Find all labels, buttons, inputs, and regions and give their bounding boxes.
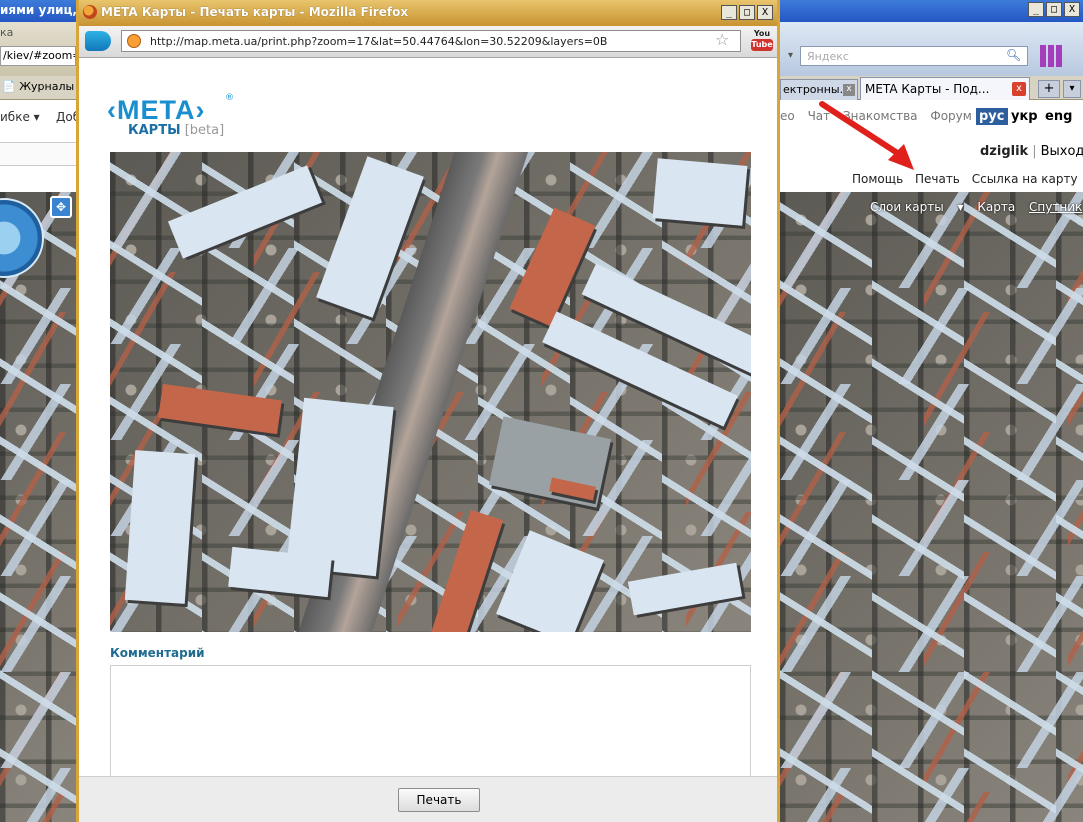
- search-icon[interactable]: 🔍︎: [1006, 48, 1024, 64]
- map-mode-satellite[interactable]: Спутник ▾: [1029, 200, 1083, 214]
- map-satellite-label: Спутник: [1029, 200, 1083, 214]
- nav-fragment-ibke[interactable]: ибке: [0, 110, 30, 124]
- tab-list-button[interactable]: ▾: [1063, 80, 1081, 98]
- logo-beta: [beta]: [184, 123, 225, 138]
- lang-ukr[interactable]: укр: [1011, 109, 1038, 124]
- lang-rus[interactable]: рус: [976, 108, 1008, 125]
- background-nav-fragment: ибке ▾ Доб: [0, 110, 81, 124]
- map-building: [509, 207, 596, 327]
- tab-inactive-label: ектронны...: [783, 83, 851, 96]
- background-page-divider: [0, 142, 76, 166]
- map-building: [430, 509, 504, 632]
- popup-maximize-button[interactable]: □: [739, 5, 755, 20]
- bg-minimize-button[interactable]: _: [1028, 2, 1044, 17]
- youtube-tube-label: Tube: [751, 39, 773, 51]
- map-building: [496, 530, 604, 632]
- apps-grid-icon[interactable]: [1040, 45, 1062, 67]
- new-tab-button[interactable]: +: [1038, 80, 1060, 98]
- youtube-icon[interactable]: You Tube: [751, 29, 773, 55]
- background-toolbar-fragment: ка: [0, 26, 14, 39]
- firefox-icon: [83, 5, 97, 19]
- popup-footer: Печать: [79, 776, 777, 822]
- tab-active-label: META Карты - Под...: [865, 82, 990, 96]
- youtube-you-label: You: [753, 29, 771, 38]
- bookmark-journals[interactable]: 📄 Журналы: [2, 80, 74, 93]
- background-map-right[interactable]: [780, 192, 1083, 822]
- map-layer-controls: Слои карты ▾ Карта Спутник ▾: [870, 200, 1083, 214]
- tab-inactive[interactable]: ектронны... x: [780, 79, 858, 100]
- popup-close-button[interactable]: X: [757, 5, 773, 20]
- logo-maps-word: КАРТЫ: [128, 123, 181, 138]
- page-icon: [127, 34, 141, 48]
- popup-minimize-button[interactable]: _: [721, 5, 737, 20]
- print-map-image: [110, 152, 751, 632]
- close-icon[interactable]: x: [843, 84, 855, 96]
- tab-active-meta-maps[interactable]: META Карты - Под... x: [860, 77, 1030, 100]
- red-arrow-annotation: [819, 101, 914, 170]
- site-identity-icon[interactable]: [85, 31, 111, 51]
- background-map-left[interactable]: [0, 192, 76, 822]
- map-layers-label: Слои карты: [870, 200, 944, 214]
- map-building: [167, 165, 323, 259]
- bookmark-journals-label: Журналы: [19, 80, 75, 93]
- map-building: [124, 450, 196, 604]
- lang-eng[interactable]: eng: [1045, 109, 1072, 124]
- map-link[interactable]: Ссылка на карту: [972, 172, 1078, 186]
- print-button[interactable]: Печать: [398, 788, 480, 812]
- popup-url-field[interactable]: http://map.meta.ua/print.php?zoom=17&lat…: [121, 30, 741, 52]
- map-mode-map[interactable]: Карта: [977, 200, 1015, 214]
- pan-icon[interactable]: ✥: [50, 196, 72, 218]
- map-building: [627, 562, 743, 616]
- comment-label: Комментарий: [110, 646, 205, 660]
- nav-video[interactable]: ео: [780, 109, 795, 123]
- map-building: [286, 397, 394, 577]
- popup-titlebar: META Карты - Печать карты - Mozilla Fire…: [79, 0, 777, 26]
- username[interactable]: dziglik: [980, 144, 1028, 159]
- bg-maximize-button[interactable]: □: [1046, 2, 1062, 17]
- map-building: [652, 158, 748, 226]
- registered-mark: ®: [225, 93, 234, 103]
- bg-close-button[interactable]: X: [1064, 2, 1080, 17]
- chevron-down-icon[interactable]: ▾: [788, 50, 793, 61]
- map-building: [158, 383, 282, 435]
- print-popup-window: META Карты - Печать карты - Mozilla Fire…: [76, 0, 780, 822]
- user-line: dziglik | Выход: [980, 144, 1083, 159]
- comment-textarea[interactable]: [110, 665, 751, 780]
- meta-logo[interactable]: ‹META› ® КАРТЫ [beta]: [107, 93, 237, 141]
- meta-logo-word: ‹META›: [107, 95, 206, 125]
- background-url-field[interactable]: /kiev/#zoom=17: [0, 46, 76, 66]
- meta-logo-subtitle: КАРТЫ [beta]: [128, 123, 224, 138]
- bookmark-star-icon[interactable]: ☆: [715, 30, 729, 49]
- close-icon[interactable]: x: [1012, 82, 1026, 96]
- popup-navigation-bar: http://map.meta.ua/print.php?zoom=17&lat…: [79, 26, 777, 58]
- popup-title: META Карты - Печать карты - Mozilla Fire…: [101, 5, 409, 19]
- nav-forum[interactable]: Форум: [930, 109, 971, 123]
- logout-link[interactable]: Выход: [1041, 144, 1083, 159]
- yandex-search-input[interactable]: Яндекс: [800, 46, 1028, 66]
- map-layers-dropdown[interactable]: Слои карты ▾: [870, 200, 964, 214]
